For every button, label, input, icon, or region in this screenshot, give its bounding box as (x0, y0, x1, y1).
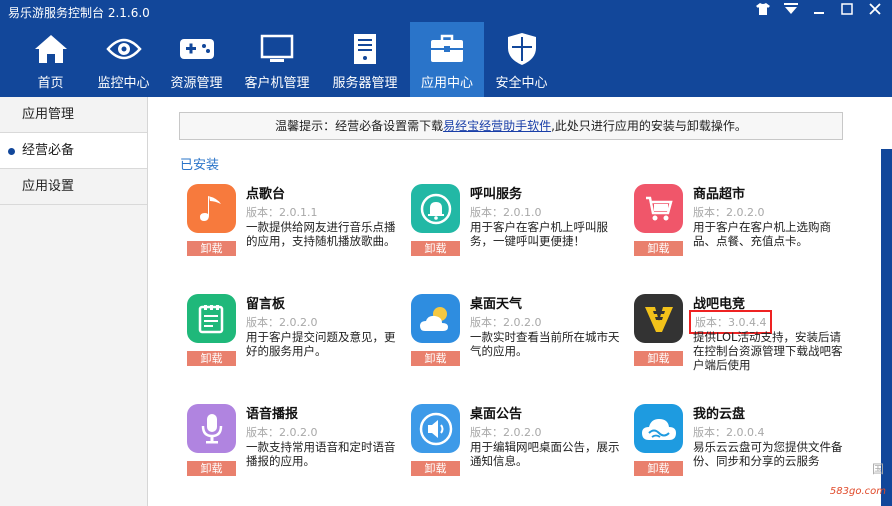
vertical-scrollbar[interactable] (881, 149, 892, 506)
gamepad-icon (179, 32, 215, 66)
uninstall-button[interactable]: 卸载 (634, 241, 683, 256)
shield-icon (504, 32, 540, 66)
uninstall-button[interactable]: 卸载 (634, 461, 683, 476)
app-card-goods-market: 卸载 商品超市 版本：2.0.2.0 用于客户在客户机上选购商品、点餐、充值点卡… (627, 175, 847, 275)
tip-suffix: ,此处只进行应用的安装与卸载操作。 (551, 119, 747, 133)
weather-icon (411, 294, 460, 343)
uninstall-button[interactable]: 卸载 (187, 351, 236, 366)
app-name: 语音播报 (246, 407, 299, 422)
zhanba-logo-icon (634, 294, 683, 343)
sidebar-item-app-management[interactable]: 应用管理 (0, 97, 147, 133)
app-description: 用于编辑网吧桌面公告，展示通知信息。 (470, 440, 620, 468)
close-icon[interactable] (866, 3, 884, 19)
tip-prefix: 温馨提示：经营必备设置需下载 (275, 119, 444, 133)
app-version: 版本：2.0.2.0 (470, 316, 542, 329)
app-version: 版本：3.0.4.4 (688, 310, 773, 334)
app-description: 一款提供给网友进行音乐点播的应用，支持随机播放歌曲。 (246, 220, 396, 248)
app-title: 易乐游服务控制台 2.1.6.0 (8, 6, 150, 20)
uninstall-button[interactable]: 卸载 (187, 241, 236, 256)
restore-icon[interactable] (838, 3, 856, 19)
sidebar-item-business-essentials[interactable]: 经营必备 (0, 133, 147, 169)
app-card-desktop-weather: 卸载 桌面天气 版本：2.0.2.0 一款实时查看当前所在城市天气的应用。 (404, 285, 624, 385)
app-description: 易乐云云盘可为您提供文件备份、同步和分享的云服务 (693, 440, 843, 468)
nav-resource-management[interactable]: 资源管理 (161, 22, 232, 97)
nav-client-management[interactable]: 客户机管理 (234, 22, 320, 97)
home-icon (33, 32, 69, 66)
uninstall-button[interactable]: 卸载 (411, 461, 460, 476)
app-card-voice-broadcast: 卸载 语音播报 版本：2.0.2.0 一款支持常用语音和定时语音播报的应用。 (180, 395, 400, 495)
nav-home[interactable]: 首页 (15, 22, 86, 97)
nav-monitor-center[interactable]: 监控中心 (88, 22, 159, 97)
app-name: 我的云盘 (693, 407, 746, 422)
app-version: 版本：2.0.2.0 (246, 426, 318, 439)
notepad-icon (187, 294, 236, 343)
speaker-icon (411, 404, 460, 453)
uninstall-button[interactable]: 卸载 (187, 461, 236, 476)
music-note-icon (187, 184, 236, 233)
nav-app-center[interactable]: 应用中心 (410, 22, 484, 97)
uninstall-button[interactable]: 卸载 (411, 351, 460, 366)
menu-dropdown-icon[interactable] (782, 3, 800, 19)
app-name: 呼叫服务 (470, 187, 523, 202)
app-description: 用于客户在客户机上选购商品、点餐、充值点卡。 (693, 220, 831, 248)
main-content: 温馨提示：经营必备设置需下载易经宝经营助手软件,此处只进行应用的安装与卸载操作。… (149, 97, 892, 506)
toolbox-icon (429, 32, 465, 66)
app-name: 留言板 (246, 297, 286, 312)
main-nav: 首页 监控中心 资源管理 客户机管理 服务器管理 应用中心 安全中心 (15, 22, 559, 97)
app-name: 商品超市 (693, 187, 746, 202)
app-description: 一款支持常用语音和定时语音播报的应用。 (246, 440, 396, 468)
cart-icon (634, 184, 683, 233)
nav-security-center[interactable]: 安全中心 (486, 22, 557, 97)
app-description: 一款实时查看当前所在城市天气的应用。 (470, 330, 620, 358)
app-card-message-board: 卸载 留言板 版本：2.0.2.0 用于客户提交问题及意见，更好的服务用户。 (180, 285, 400, 385)
uninstall-button[interactable]: 卸载 (634, 351, 683, 366)
app-name: 点歌台 (246, 187, 286, 202)
app-version: 版本：2.0.0.4 (693, 426, 765, 439)
app-card-desktop-notice: 卸载 桌面公告 版本：2.0.2.0 用于编辑网吧桌面公告，展示通知信息。 (404, 395, 624, 495)
nav-server-management[interactable]: 服务器管理 (322, 22, 408, 97)
app-name: 桌面天气 (470, 297, 523, 312)
app-version: 版本：2.0.2.0 (693, 206, 765, 219)
minimize-icon[interactable] (810, 3, 828, 19)
server-icon (347, 32, 383, 66)
app-description: 提供LOL活动支持，安装后请在控制台资源管理下载战吧客户端后使用 (693, 330, 843, 372)
sidebar-item-app-settings[interactable]: 应用设置 (0, 169, 147, 205)
app-description: 用于客户在客户机上呼叫服务，一键呼叫更便捷！ (470, 220, 608, 248)
site-watermark: 583go.com (829, 486, 886, 497)
cloud-icon (634, 404, 683, 453)
sidebar: 应用管理 经营必备 应用设置 (0, 97, 148, 506)
tip-download-link[interactable]: 易经宝经营助手软件 (443, 119, 551, 133)
window-controls (754, 3, 884, 19)
app-version: 版本：2.0.1.0 (470, 206, 542, 219)
app-name: 战吧电竞 (693, 297, 746, 312)
app-card-my-cloud-disk: 卸载 我的云盘 版本：2.0.0.4 易乐云云盘可为您提供文件备份、同步和分享的… (627, 395, 847, 495)
app-card-call-service: 卸载 呼叫服务 版本：2.0.1.0 用于客户在客户机上呼叫服务，一键呼叫更便捷… (404, 175, 624, 275)
app-version: 版本：2.0.1.1 (246, 206, 318, 219)
app-version: 版本：2.0.2.0 (246, 316, 318, 329)
tip-banner: 温馨提示：经营必备设置需下载易经宝经营助手软件,此处只进行应用的安装与卸载操作。 (179, 112, 843, 140)
bell-icon (411, 184, 460, 233)
title-bar: 易乐游服务控制台 2.1.6.0 首页 监控中心 资源管理 客户机管理 服务器管… (0, 0, 892, 97)
skin-icon[interactable] (754, 3, 772, 19)
microphone-icon (187, 404, 236, 453)
app-name: 桌面公告 (470, 407, 523, 422)
app-card-song-request: 卸载 点歌台 版本：2.0.1.1 一款提供给网友进行音乐点播的应用，支持随机播… (180, 175, 400, 275)
monitor-icon (259, 32, 295, 66)
app-description: 用于客户提交问题及意见，更好的服务用户。 (246, 330, 396, 358)
eye-icon (105, 32, 142, 66)
app-version: 版本：2.0.2.0 (470, 426, 542, 439)
edge-fragment-text: 国 (871, 462, 884, 476)
uninstall-button[interactable]: 卸载 (411, 241, 460, 256)
section-title-installed: 已安装 (180, 158, 220, 173)
app-card-zhanba-esports: 卸载 战吧电竞 版本：3.0.4.4 提供LOL活动支持，安装后请在控制台资源管… (627, 285, 847, 385)
